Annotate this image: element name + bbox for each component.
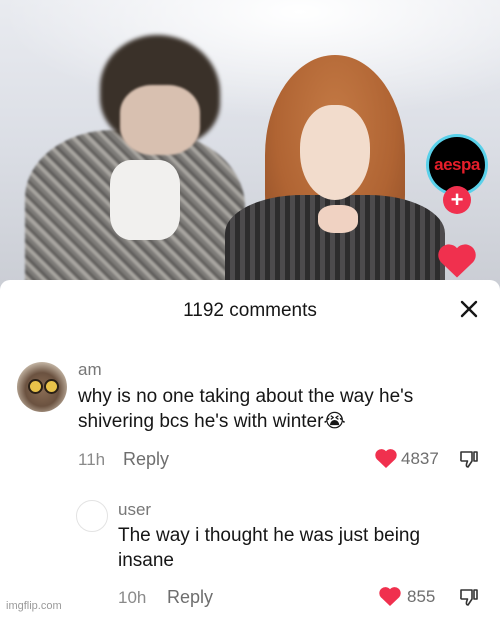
comment-text-line: insane [118, 550, 174, 571]
avatar-eye [28, 379, 43, 394]
avatar-eye [44, 379, 59, 394]
video-person-left-shirt [110, 160, 180, 240]
like-count: 4837 [401, 449, 439, 468]
comment-text-line: The way i thought he was just being [118, 525, 421, 546]
comment-text-line: shivering bcs he's with winter😭 [78, 411, 346, 432]
comments-title: 1192 comments [183, 300, 317, 321]
video-player[interactable]: aespa + [0, 0, 500, 300]
heart-icon[interactable] [378, 585, 402, 607]
video-person-left-face [120, 85, 200, 155]
close-icon[interactable] [458, 298, 480, 320]
comment-username[interactable]: user [118, 500, 151, 520]
heart-icon[interactable] [374, 447, 398, 469]
reply-avatar[interactable] [76, 500, 108, 532]
reply-button[interactable]: Reply [167, 587, 213, 608]
comment-avatar[interactable] [17, 362, 67, 412]
dislike-icon[interactable] [458, 448, 480, 470]
dislike-icon[interactable] [458, 586, 480, 608]
like-count: 855 [407, 587, 436, 606]
comment-time: 10h [118, 588, 147, 607]
creator-logo: aespa [429, 137, 485, 193]
comment-time: 11h [78, 450, 106, 469]
video-like-button[interactable] [436, 240, 478, 280]
comments-sheet: 1192 comments am why is no one taking ab… [0, 280, 500, 618]
heart-icon [438, 244, 476, 278]
comment-username[interactable]: am [78, 360, 102, 380]
reply-button[interactable]: Reply [123, 449, 169, 470]
background-wall [0, 0, 500, 120]
follow-button[interactable]: + [443, 186, 471, 214]
video-person-right-hands [318, 205, 358, 233]
watermark: imgflip.com [6, 600, 62, 612]
comment-text-line: why is no one taking about the way he's [78, 386, 414, 407]
video-person-right-face [300, 105, 370, 200]
